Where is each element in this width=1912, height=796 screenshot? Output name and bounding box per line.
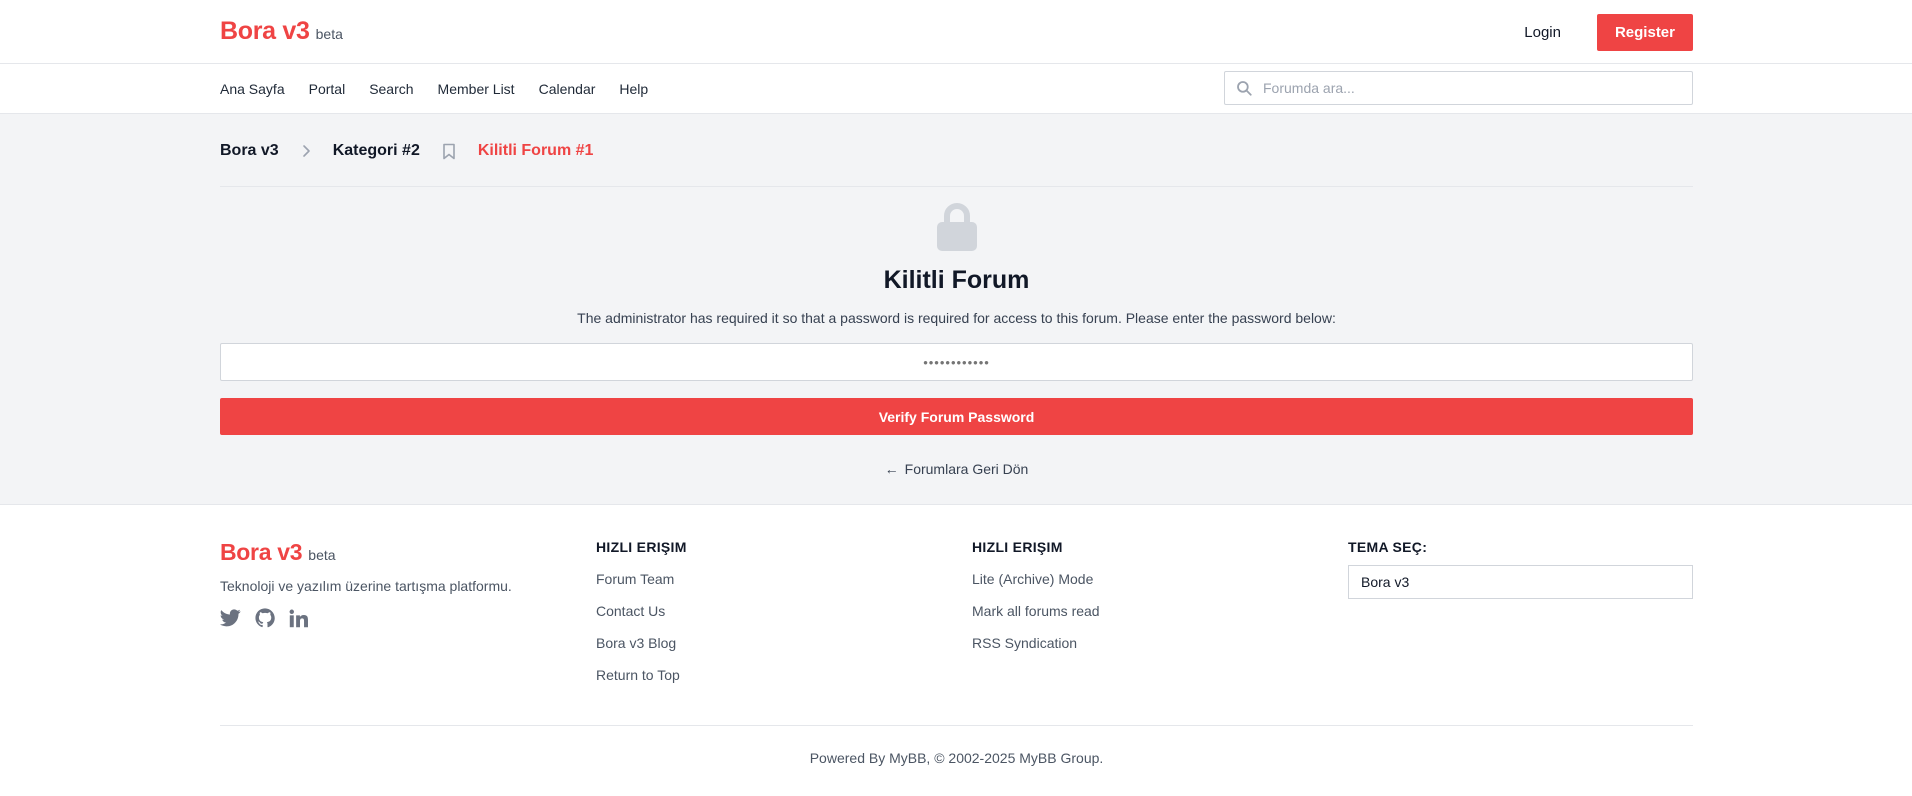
nav-item-search[interactable]: Search [369, 81, 413, 97]
linkedin-icon[interactable] [289, 609, 308, 633]
footer-link-mark-read[interactable]: Mark all forums read [972, 601, 1100, 633]
footer-link-lite-mode[interactable]: Lite (Archive) Mode [972, 569, 1100, 601]
theme-select-value: Bora v3 [1361, 574, 1410, 590]
footer-link-contact-us[interactable]: Contact Us [596, 601, 687, 633]
breadcrumb-divider [220, 186, 1693, 187]
nav-item-portal[interactable]: Portal [309, 81, 346, 97]
auth-actions: Login Register [1506, 14, 1693, 51]
verify-password-button[interactable]: Verify Forum Password [220, 398, 1693, 435]
footer-heading: HIZLI ERIŞIM [972, 539, 1063, 555]
breadcrumb-current: Kilitli Forum #1 [477, 142, 594, 159]
nav-item-member-list[interactable]: Member List [438, 81, 515, 97]
footer-link-blog[interactable]: Bora v3 Blog [596, 633, 687, 665]
search-box [1224, 71, 1693, 105]
twitter-icon[interactable] [220, 609, 241, 632]
theme-heading: TEMA SEÇ: [1348, 539, 1428, 555]
footer-theme: TEMA SEÇ: Bora v3 [1348, 539, 1693, 599]
brand-tag: beta [315, 26, 343, 42]
search-icon [1237, 81, 1252, 96]
back-to-forums: ← Forumlara Geri Dön [220, 461, 1693, 477]
top-header: Bora v3 beta Login Register [0, 0, 1912, 64]
arrow-left-icon: ← [884, 461, 899, 477]
bookmark-icon [442, 143, 456, 160]
back-to-forums-link[interactable]: ← Forumlara Geri Dön [885, 461, 1029, 477]
footer-about: Bora v3 beta Teknoloji ve yazılım üzerin… [220, 539, 512, 633]
register-button[interactable]: Register [1596, 14, 1693, 51]
search-input[interactable] [1263, 80, 1663, 96]
github-icon[interactable] [255, 608, 275, 633]
main-nav: Ana Sayfa Portal Search Member List Cale… [0, 64, 1912, 114]
nav-item-help[interactable]: Help [619, 81, 648, 97]
page-title: Kilitli Forum [883, 266, 1030, 294]
chevron-right-icon [301, 144, 311, 158]
footer-links: Lite (Archive) Mode Mark all forums read… [972, 569, 1100, 665]
footer: Bora v3 beta Teknoloji ve yazılım üzerin… [0, 505, 1912, 795]
footer-link-rss[interactable]: RSS Syndication [972, 633, 1100, 665]
footer-quick-access-2: HIZLI ERIŞIM Lite (Archive) Mode Mark al… [972, 539, 1100, 665]
footer-links: Forum Team Contact Us Bora v3 Blog Retur… [596, 569, 687, 697]
footer-brand-name: Bora v3 [220, 539, 303, 565]
lock-icon [935, 202, 979, 257]
footer-logo[interactable]: Bora v3 beta [220, 539, 512, 566]
brand-name: Bora v3 [220, 17, 310, 45]
breadcrumb: Bora v3 Kategori #2 Kilitli Forum #1 [220, 142, 593, 160]
social-links [220, 608, 512, 633]
breadcrumb-home[interactable]: Bora v3 [220, 142, 279, 160]
main-content: Bora v3 Kategori #2 Kilitli Forum #1 Kil… [0, 114, 1912, 505]
theme-select[interactable]: Bora v3 [1348, 565, 1693, 599]
footer-brand-tag: beta [308, 547, 336, 563]
copyright: Powered By MyBB, © 2002-2025 MyBB Group. [809, 750, 1104, 766]
footer-heading: HIZLI ERIŞIM [596, 539, 687, 555]
site-logo[interactable]: Bora v3 beta [220, 17, 343, 46]
footer-link-forum-team[interactable]: Forum Team [596, 569, 687, 601]
footer-quick-access-1: HIZLI ERIŞIM Forum Team Contact Us Bora … [596, 539, 687, 697]
footer-tagline: Teknoloji ve yazılım üzerine tartışma pl… [220, 578, 512, 594]
nav-links: Ana Sayfa Portal Search Member List Cale… [220, 64, 648, 114]
login-button[interactable]: Login [1506, 16, 1579, 49]
footer-link-return-to-top[interactable]: Return to Top [596, 665, 687, 697]
nav-item-calendar[interactable]: Calendar [539, 81, 596, 97]
nav-item-ana-sayfa[interactable]: Ana Sayfa [220, 81, 285, 97]
forum-password-input[interactable] [220, 343, 1693, 381]
back-to-forums-label: Forumlara Geri Dön [904, 461, 1029, 477]
footer-divider [220, 725, 1693, 726]
breadcrumb-category[interactable]: Kategori #2 [333, 142, 420, 160]
password-instructions: The administrator has required it so tha… [577, 310, 1336, 326]
